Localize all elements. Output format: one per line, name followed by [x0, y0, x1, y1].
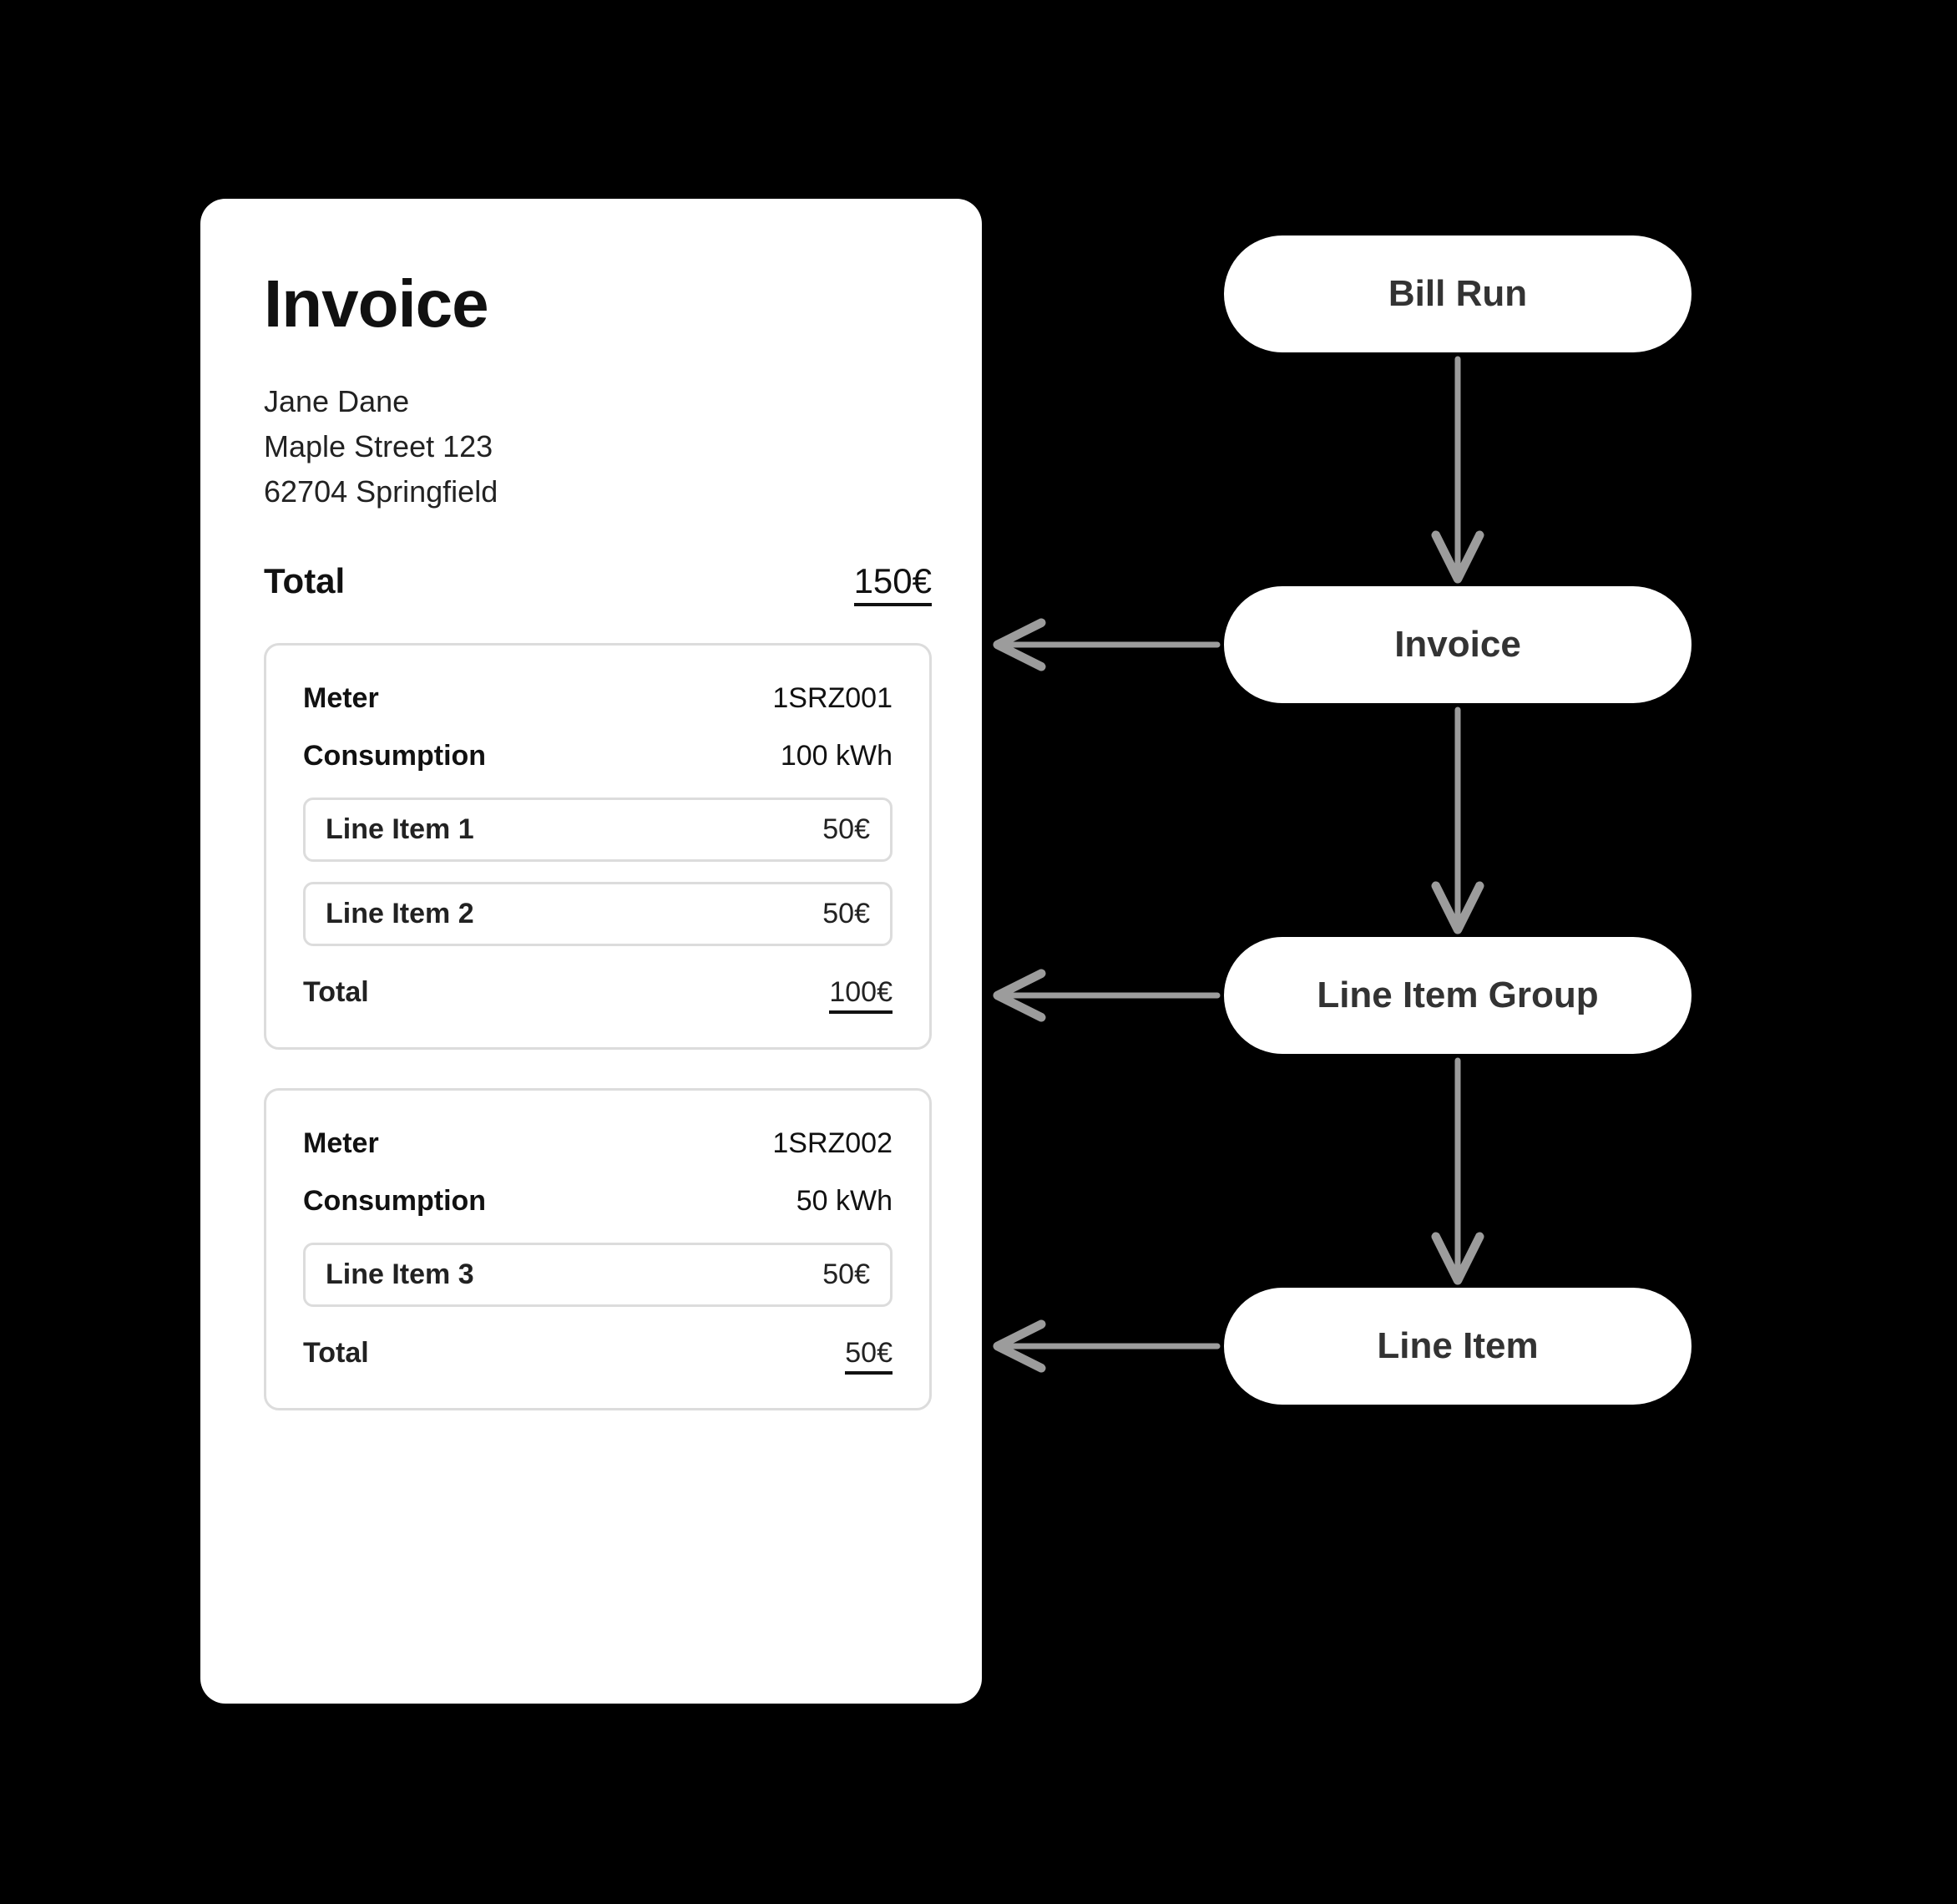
- invoice-total-value: 150€: [854, 561, 932, 606]
- meter-value: 1SRZ001: [772, 682, 893, 715]
- consumption-label: Consumption: [303, 740, 486, 772]
- line-item-group: Meter 1SRZ001 Consumption 100 kWh Line I…: [264, 643, 932, 1050]
- group-total-row: Total 50€: [303, 1337, 893, 1375]
- line-item-label: Line Item 3: [326, 1258, 474, 1291]
- group-total-value: 100€: [829, 976, 893, 1014]
- flow-node-line-item: Line Item: [1224, 1288, 1692, 1405]
- customer-city: 62704 Springfield: [264, 469, 932, 514]
- group-total-value: 50€: [845, 1337, 893, 1375]
- meter-value: 1SRZ002: [772, 1127, 893, 1160]
- line-item-value: 50€: [822, 813, 870, 846]
- line-item-group: Meter 1SRZ002 Consumption 50 kWh Line It…: [264, 1088, 932, 1410]
- invoice-total-row: Total 150€: [264, 561, 932, 606]
- customer-street: Maple Street 123: [264, 424, 932, 469]
- flow-node-line-item-group: Line Item Group: [1224, 937, 1692, 1054]
- line-item-value: 50€: [822, 1258, 870, 1291]
- line-item: Line Item 1 50€: [303, 798, 893, 862]
- invoice-title: Invoice: [264, 266, 932, 342]
- meter-label: Meter: [303, 682, 379, 715]
- consumption-value: 100 kWh: [781, 740, 893, 772]
- line-item: Line Item 2 50€: [303, 882, 893, 946]
- customer-name: Jane Dane: [264, 379, 932, 424]
- group-total-row: Total 100€: [303, 976, 893, 1014]
- line-item: Line Item 3 50€: [303, 1243, 893, 1307]
- line-item-label: Line Item 2: [326, 898, 474, 930]
- group-total-label: Total: [303, 976, 369, 1009]
- consumption-value: 50 kWh: [796, 1185, 893, 1218]
- invoice-total-label: Total: [264, 561, 345, 601]
- consumption-label: Consumption: [303, 1185, 486, 1218]
- flow-node-bill-run: Bill Run: [1224, 235, 1692, 352]
- line-item-label: Line Item 1: [326, 813, 474, 846]
- flow-node-invoice: Invoice: [1224, 586, 1692, 703]
- meter-label: Meter: [303, 1127, 379, 1160]
- group-total-label: Total: [303, 1337, 369, 1370]
- invoice-card: Invoice Jane Dane Maple Street 123 62704…: [200, 199, 982, 1704]
- invoice-address: Jane Dane Maple Street 123 62704 Springf…: [264, 379, 932, 514]
- line-item-value: 50€: [822, 898, 870, 930]
